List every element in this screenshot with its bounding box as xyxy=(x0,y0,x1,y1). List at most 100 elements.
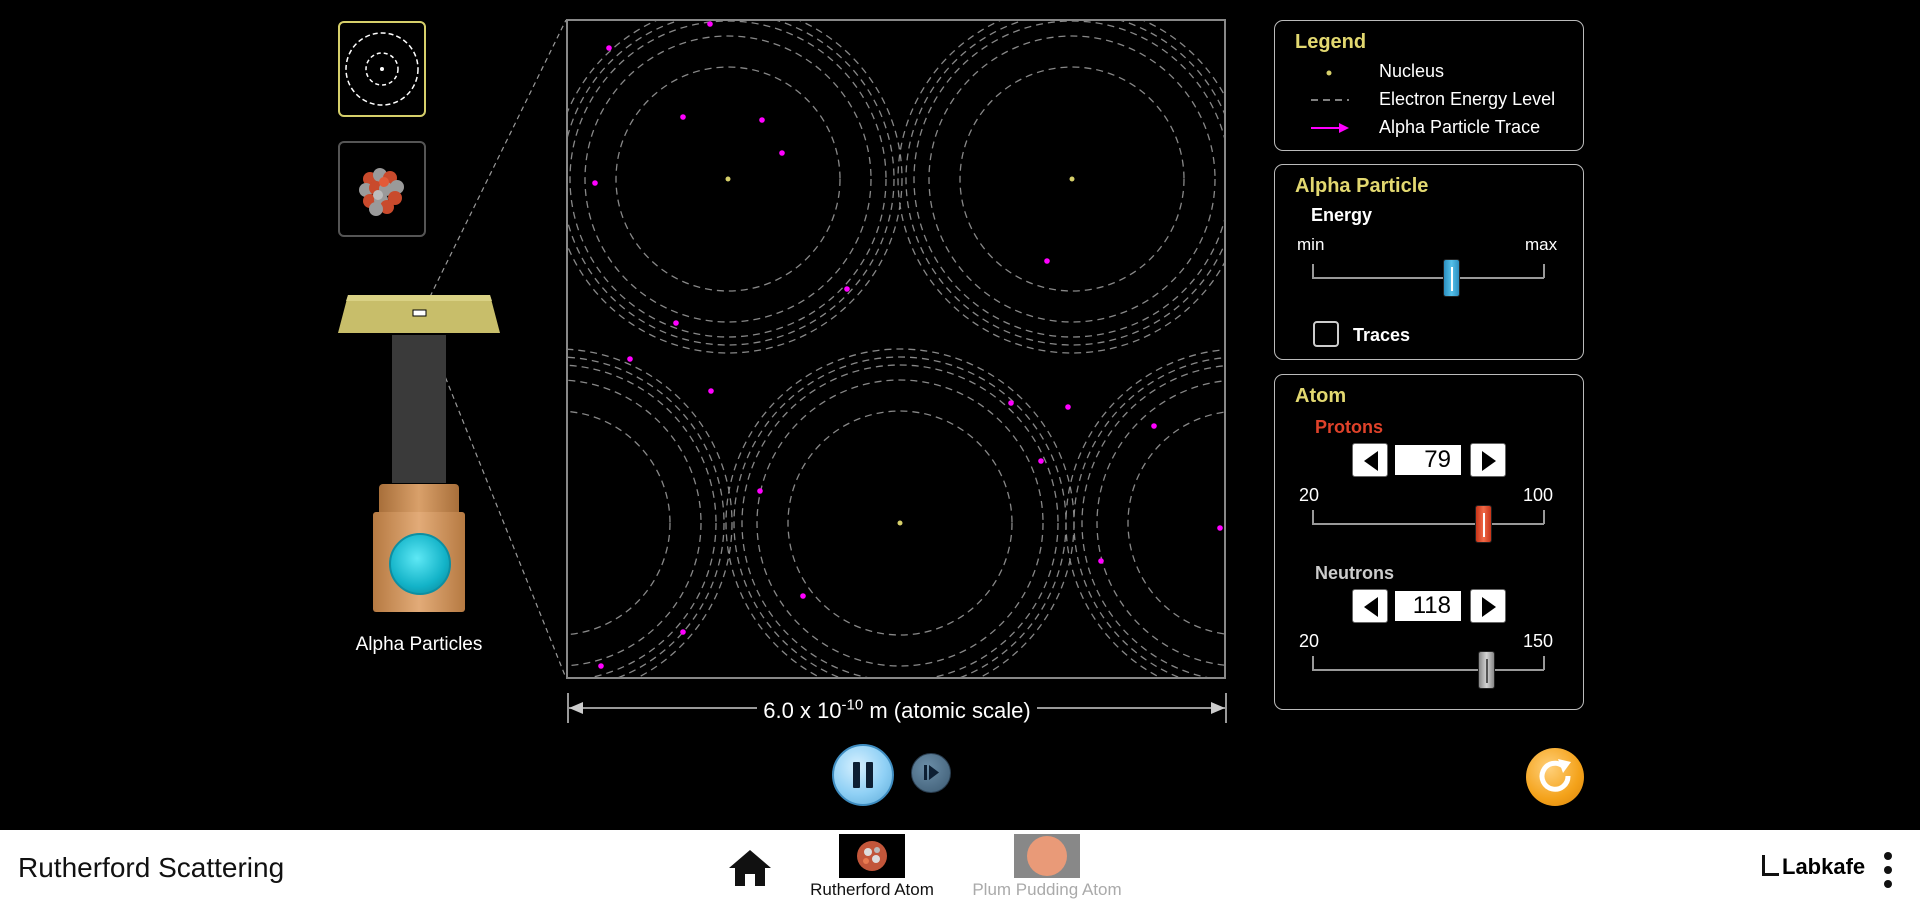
legend-icons xyxy=(1311,70,1349,133)
navigation-bar: Rutherford Scattering Rutherford Atom Pl… xyxy=(0,830,1920,902)
protons-min-label: 20 xyxy=(1299,485,1320,505)
alpha-particle xyxy=(1038,458,1044,464)
step-forward-icon xyxy=(924,765,939,780)
energy-max-label: max xyxy=(1525,235,1558,254)
energy-slider-track[interactable] xyxy=(1312,277,1544,279)
energy-label: Energy xyxy=(1311,205,1373,225)
nucleus xyxy=(725,176,731,182)
nucleus xyxy=(897,520,903,526)
electron-energy-level xyxy=(568,21,903,354)
neutrons-slider-track[interactable] xyxy=(1312,669,1544,671)
protons-max-label: 100 xyxy=(1523,485,1554,505)
scale-exponent: -10 xyxy=(841,697,864,714)
nucleus-dot-icon xyxy=(1326,70,1332,76)
reset-button[interactable] xyxy=(1526,748,1584,806)
electron-energy-level xyxy=(1073,357,1224,677)
alpha-gun-barrel xyxy=(392,335,446,483)
neutrons-tick-min xyxy=(1312,656,1314,670)
protons-increment-button[interactable] xyxy=(1470,443,1506,477)
protons-slider-thumb[interactable] xyxy=(1474,505,1492,543)
arrow-left-icon xyxy=(1364,451,1378,471)
alpha-particle xyxy=(680,629,686,635)
energy-tick-max xyxy=(1543,264,1545,278)
legend-nucleus-label: Nucleus xyxy=(1379,61,1445,81)
atom-view-canvas xyxy=(568,21,1224,677)
neutrons-max-label: 150 xyxy=(1523,631,1554,651)
arrow-right-icon xyxy=(1482,451,1496,471)
rutherford-atom-tab-icon xyxy=(839,834,905,878)
scale-label: 6.0 x 10-10 m (atomic scale) xyxy=(567,697,1227,724)
electron-energy-level xyxy=(1096,380,1224,666)
reset-icon xyxy=(1539,759,1571,792)
alpha-particle xyxy=(800,593,806,599)
alpha-particle xyxy=(779,150,785,156)
pause-button[interactable] xyxy=(832,744,894,806)
protons-slider-track[interactable] xyxy=(1312,523,1544,525)
electron-energy-level xyxy=(733,356,1067,677)
labkafe-logo-icon xyxy=(1762,855,1779,876)
protons-label: Protons xyxy=(1315,417,1384,437)
alpha-particle-title: Alpha Particle xyxy=(1295,175,1429,197)
neutrons-value: 118 xyxy=(1395,591,1461,621)
neutrons-increment-button[interactable] xyxy=(1470,589,1506,623)
electron-energy-level xyxy=(568,364,717,677)
atom-title: Atom xyxy=(1295,385,1347,407)
alpha-particle xyxy=(759,117,765,123)
home-icon[interactable] xyxy=(727,848,773,888)
tab-rutherford-label: Rutherford Atom xyxy=(810,880,934,899)
electron-energy-level xyxy=(568,379,702,667)
tab-plum-pudding-label: Plum Pudding Atom xyxy=(972,880,1122,899)
energy-min-label: min xyxy=(1297,235,1325,254)
protons-tick-min xyxy=(1312,510,1314,524)
legend-title: Legend xyxy=(1295,31,1367,53)
step-button[interactable] xyxy=(911,753,951,793)
alpha-particle-panel: Alpha Particle Energy min max Traces xyxy=(1274,164,1584,360)
pause-icon xyxy=(853,762,873,788)
traces-checkbox[interactable] xyxy=(1313,321,1339,347)
alpha-gun-neck xyxy=(379,484,459,512)
alpha-particles-label: Alpha Particles xyxy=(355,634,483,655)
tab-plum-pudding-atom[interactable]: Plum Pudding Atom xyxy=(960,834,1134,900)
protons-decrement-button[interactable] xyxy=(1352,443,1388,477)
neutrons-label: Neutrons xyxy=(1315,563,1395,583)
tab-rutherford-atom[interactable]: Rutherford Atom xyxy=(800,834,944,900)
arrow-trace-icon xyxy=(1311,123,1349,133)
gold-foil xyxy=(338,295,500,333)
neutrons-tick-max xyxy=(1543,656,1545,670)
app-title: Rutherford Scattering xyxy=(18,852,285,883)
scale-base: 6.0 x 10 xyxy=(763,698,842,724)
brand-name: Labkafe xyxy=(1782,854,1866,879)
alpha-particle xyxy=(1008,400,1014,406)
alpha-particle xyxy=(1098,558,1104,564)
atom-view xyxy=(566,19,1226,679)
protons-tick-max xyxy=(1543,510,1545,524)
alpha-particle xyxy=(1065,404,1071,410)
traces-label[interactable]: Traces xyxy=(1353,325,1410,346)
alpha-particle xyxy=(680,114,686,120)
scale-unit: m (atomic scale) xyxy=(863,698,1031,724)
alpha-particle xyxy=(757,488,763,494)
alpha-particle xyxy=(844,286,850,292)
legend-alpha-trace-label: Alpha Particle Trace xyxy=(1379,117,1541,137)
energy-slider-thumb[interactable] xyxy=(1442,259,1460,297)
neutrons-slider-thumb[interactable] xyxy=(1478,651,1496,689)
electron-energy-level xyxy=(568,410,671,636)
alpha-particle xyxy=(708,388,714,394)
neutrons-min-label: 20 xyxy=(1299,631,1320,651)
nucleus xyxy=(1069,176,1075,182)
alpha-particle xyxy=(1044,258,1050,264)
electron-energy-level xyxy=(905,21,1224,346)
electron-energy-level xyxy=(725,348,1075,677)
alpha-gun-fire-button[interactable] xyxy=(389,533,451,595)
menu-dots-icon[interactable] xyxy=(1882,850,1894,890)
neutrons-decrement-button[interactable] xyxy=(1352,589,1388,623)
alpha-particle xyxy=(673,320,679,326)
legend-electron-level-label: Electron Energy Level xyxy=(1379,89,1556,109)
alpha-particle xyxy=(707,21,713,27)
arrow-left-icon xyxy=(1364,597,1378,617)
plum-pudding-tab-icon xyxy=(1014,834,1080,878)
brand-logo: Labkafe xyxy=(1762,854,1865,880)
alpha-particle xyxy=(627,356,633,362)
alpha-particle xyxy=(1217,525,1223,531)
alpha-particle xyxy=(598,663,604,669)
